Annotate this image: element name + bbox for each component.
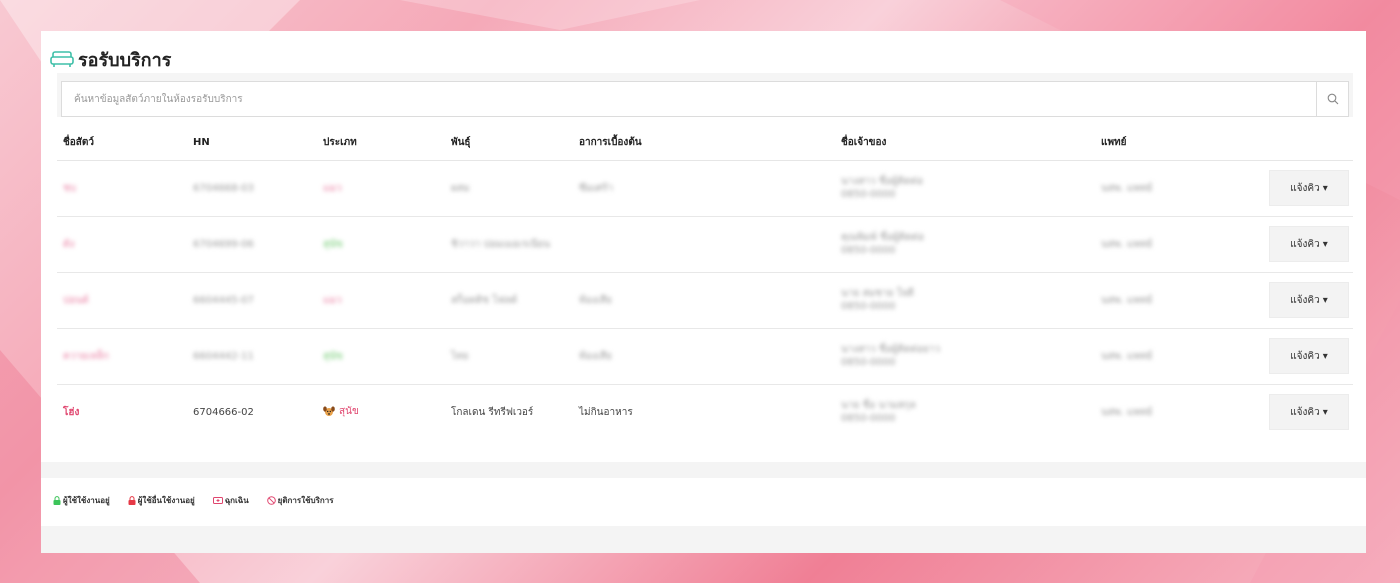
legend-item-other-in-use: ผู้ใช้อื่นใช้งานอยู่ <box>128 494 195 507</box>
page-header: รอรับบริการ <box>50 47 171 71</box>
queue-button-label: แจ้งคิว <box>1290 350 1320 362</box>
owner-name: นางสาว ชื่อผู้ติดต่อยาว <box>841 344 941 355</box>
ambulance-icon <box>212 496 223 504</box>
legend-item-terminated: ยุติการใช้บริการ <box>266 494 334 507</box>
notify-queue-button[interactable]: แจ้งคิว ▾ <box>1269 338 1349 374</box>
status-legend: ผู้ใช้ใช้งานอยู่ ผู้ใช้อื่นใช้งานอยู่ ฉุ… <box>53 494 334 507</box>
queue-button-label: แจ้งคิว <box>1290 182 1320 194</box>
search-input[interactable] <box>62 82 1316 116</box>
doctor-name: นสพ. แพทย์ <box>1101 406 1153 418</box>
table-row[interactable]: ชบ 6704668-03 แมว ผสม ซึมเศร้า นางสาว ชื… <box>57 160 1353 217</box>
pet-type: แมว <box>323 294 342 306</box>
col-header-action <box>1245 126 1353 161</box>
pet-type: สุนัข <box>339 406 359 418</box>
col-header-pet-name: ชื่อสัตว์ <box>57 126 187 161</box>
legend-label: ผู้ใช้ใช้งานอยู่ <box>63 496 110 505</box>
search-icon <box>1327 93 1338 105</box>
owner-name: นาย ชื่อ นามสกุล <box>841 400 916 412</box>
breed-value: ไทย <box>451 350 469 362</box>
chevron-down-icon: ▾ <box>1322 238 1328 250</box>
owner-name: คุณพิมพ์ ชื่อผู้ติดต่อ <box>841 232 925 243</box>
symptom-value: ไม่กินอาหาร <box>579 406 633 418</box>
col-header-doctor: แพทย์ <box>1095 126 1245 161</box>
doctor-name: นสพ. แพทย์ <box>1101 182 1153 194</box>
owner-phone: 0850-0000 <box>841 357 896 368</box>
waiting-room-panel: รอรับบริการ ชื่อสัตว์ HN ประเภท พันธุ์ <box>41 31 1366 553</box>
pet-type: แมว <box>323 182 342 194</box>
panel-footer-band <box>41 526 1366 553</box>
owner-phone: 0850-0000 <box>841 189 896 200</box>
pet-name[interactable]: ปอนด์ <box>63 295 89 306</box>
owner-phone: 0850-0000 <box>841 301 896 312</box>
notify-queue-button[interactable]: แจ้งคิว ▾ <box>1269 282 1349 318</box>
pet-type: สุนัข <box>323 350 343 362</box>
queue-button-label: แจ้งคิว <box>1290 238 1320 250</box>
table-row[interactable]: ควายเหล็ก 6604442-11 สุนัข ไทย ท้องเสีย … <box>57 328 1353 385</box>
legend-item-self-in-use: ผู้ใช้ใช้งานอยู่ <box>53 494 110 507</box>
pet-type: สุนัข <box>323 238 343 250</box>
page-title: รอรับบริการ <box>78 49 172 71</box>
doctor-name: นสพ. แพทย์ <box>1101 350 1153 362</box>
col-header-owner: ชื่อเจ้าของ <box>835 126 1095 161</box>
lock-icon <box>128 496 136 505</box>
symptom-value: ท้องเสีย <box>579 294 612 306</box>
legend-label: ผู้ใช้อื่นใช้งานอยู่ <box>137 496 195 505</box>
col-header-type: ประเภท <box>317 126 445 161</box>
owner-phone: 0850-0000 <box>841 245 896 256</box>
table-row[interactable]: ปอนด์ 6604445-07 แมว สก็อตติช โฟลด์ ท้อง… <box>57 272 1353 329</box>
doctor-name: นสพ. แพทย์ <box>1101 294 1153 306</box>
symptom-value: ท้องเสีย <box>579 350 612 362</box>
waiting-table: ชื่อสัตว์ HN ประเภท พันธุ์ อาการเบื้องต้… <box>57 126 1353 440</box>
table-row[interactable]: ดัง 6704699-06 สุนัข ชิวาวา ปอมเมอเรเนีย… <box>57 216 1353 273</box>
queue-button-label: แจ้งคิว <box>1290 294 1320 306</box>
breed-value: ผสม <box>451 182 470 194</box>
pet-name[interactable]: ดัง <box>63 239 74 250</box>
notify-queue-button[interactable]: แจ้งคิว ▾ <box>1269 394 1349 431</box>
chevron-down-icon: ▾ <box>1322 182 1328 194</box>
legend-label: ฉุกเฉิน <box>224 496 249 505</box>
hn-value: 6704666-02 <box>193 406 254 418</box>
search-box <box>61 81 1349 117</box>
symptom-value: ซึมเศร้า <box>579 182 614 194</box>
hn-value: 6604445-07 <box>193 294 254 306</box>
legend-item-emergency: ฉุกเฉิน <box>212 494 249 507</box>
doctor-name: นสพ. แพทย์ <box>1101 238 1153 250</box>
table-header-row: ชื่อสัตว์ HN ประเภท พันธุ์ อาการเบื้องต้… <box>57 126 1353 161</box>
notify-queue-button[interactable]: แจ้งคิว ▾ <box>1269 170 1349 206</box>
owner-name: นาย สมชาย ใจดี <box>841 288 914 299</box>
table-footer-band <box>41 462 1366 478</box>
table-row[interactable]: โฮ่ง 6704666-02 สุนัข โกลเดน รีทรีฟเวอร์… <box>57 384 1353 440</box>
owner-phone: 0850-0000 <box>841 413 896 425</box>
breed-value: สก็อตติช โฟลด์ <box>451 294 518 306</box>
hn-value: 6604442-11 <box>193 350 254 362</box>
col-header-symptom: อาการเบื้องต้น <box>573 126 835 161</box>
lock-icon <box>53 496 61 505</box>
breed-value: โกลเดน รีทรีฟเวอร์ <box>451 406 534 418</box>
chevron-down-icon: ▾ <box>1322 350 1328 362</box>
search-button[interactable] <box>1316 82 1348 116</box>
hn-value: 6704668-03 <box>193 182 254 194</box>
chevron-down-icon: ▾ <box>1322 294 1328 306</box>
dog-icon <box>323 406 335 417</box>
sofa-icon <box>50 51 74 67</box>
search-bar <box>57 73 1353 117</box>
owner-name: นางสาว ชื่อผู้ติดต่อ <box>841 176 923 187</box>
queue-button-label: แจ้งคิว <box>1290 406 1320 418</box>
col-header-hn: HN <box>187 126 317 161</box>
pet-name[interactable]: โฮ่ง <box>63 407 79 418</box>
col-header-breed: พันธุ์ <box>445 126 573 161</box>
breed-value: ชิวาวา ปอมเมอเรเนียน <box>451 238 551 250</box>
pet-name[interactable]: ควายเหล็ก <box>63 351 109 362</box>
pet-name[interactable]: ชบ <box>63 183 76 194</box>
chevron-down-icon: ▾ <box>1322 406 1328 418</box>
legend-label: ยุติการใช้บริการ <box>277 496 334 505</box>
hn-value: 6704699-06 <box>193 238 254 250</box>
notify-queue-button[interactable]: แจ้งคิว ▾ <box>1269 226 1349 262</box>
cancel-icon <box>266 496 276 505</box>
